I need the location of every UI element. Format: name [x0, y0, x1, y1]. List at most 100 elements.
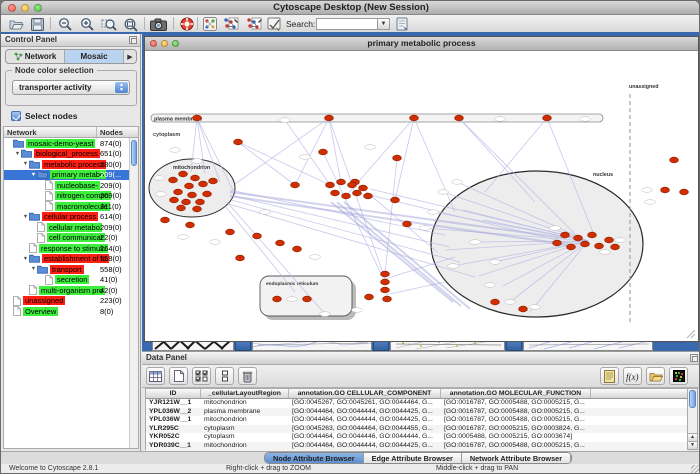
- graph-node[interactable]: [491, 299, 500, 305]
- graph-node[interactable]: [325, 115, 334, 121]
- graph-node[interactable]: [188, 192, 197, 198]
- graph-node[interactable]: [293, 246, 302, 252]
- graph-node[interactable]: [161, 217, 170, 223]
- graph-node[interactable]: [605, 237, 614, 243]
- help-lifering-icon[interactable]: [178, 16, 196, 32]
- layout-icon[interactable]: [201, 16, 219, 32]
- graph-node[interactable]: [169, 177, 178, 183]
- float-panel-icon[interactable]: [129, 36, 137, 44]
- graph-node[interactable]: [193, 206, 202, 212]
- disclosure-triangle-icon[interactable]: ▼: [22, 256, 29, 262]
- open-session-button[interactable]: [7, 16, 25, 32]
- col-header-cellular-component[interactable]: annotation.GO CELLULAR_COMPONENT: [289, 389, 441, 398]
- import-attributes-folder-icon[interactable]: [646, 367, 665, 385]
- tab-node-attribute-browser[interactable]: Node Attribute Browser: [265, 453, 364, 463]
- table-row[interactable]: YLR295Ccytoplasm[GO:0045263, GO:0044464,…: [146, 425, 688, 434]
- tab-network[interactable]: Network: [6, 50, 65, 63]
- graph-node[interactable]: [234, 139, 243, 145]
- window-titlebar[interactable]: Cytoscape Desktop (New Session): [1, 1, 700, 15]
- disclosure-triangle-icon[interactable]: ▼: [22, 214, 29, 220]
- tree-row[interactable]: macromolecule311(0): [4, 201, 138, 212]
- zoom-out-icon[interactable]: [56, 16, 74, 32]
- table-row[interactable]: YDR039C__1mitochondrion[GO:0044464, GO:0…: [146, 442, 688, 451]
- table-row[interactable]: YPL036W__2plasma membrane[GO:0044464, GO…: [146, 408, 688, 417]
- graph-node[interactable]: [203, 191, 212, 197]
- graph-node[interactable]: [337, 179, 346, 185]
- destroy-view-icon[interactable]: [245, 16, 263, 32]
- graph-node[interactable]: [326, 182, 335, 188]
- graph-node[interactable]: [561, 232, 570, 238]
- create-view-icon[interactable]: [222, 16, 240, 32]
- graph-node[interactable]: [611, 244, 620, 250]
- tab-mosaic[interactable]: Mosaic: [65, 50, 124, 63]
- graph-node[interactable]: [193, 115, 202, 121]
- tree-scrollbar[interactable]: [129, 138, 138, 449]
- table-row[interactable]: YKR052Ccytoplasm[GO:0044464, GO:0044446,…: [146, 433, 688, 442]
- delete-attribute-trash-icon[interactable]: [238, 367, 257, 385]
- disclosure-triangle-icon[interactable]: ▼: [14, 151, 21, 157]
- zoom-in-icon[interactable]: [78, 16, 96, 32]
- graph-node[interactable]: [581, 241, 590, 247]
- graph-node[interactable]: [410, 115, 419, 121]
- disclosure-triangle-icon[interactable]: ▼: [22, 161, 29, 167]
- unselect-attributes-icon[interactable]: [215, 367, 234, 385]
- search-dropdown-icon[interactable]: ▼: [378, 18, 390, 30]
- tree-row[interactable]: ▼biological_process651(0): [4, 149, 138, 160]
- tree-col-nodes[interactable]: Nodes: [97, 127, 138, 137]
- tree-row[interactable]: secretion41(0): [4, 275, 138, 286]
- tree-row[interactable]: nucleobase-209(0): [4, 180, 138, 191]
- col-header-region[interactable]: _cellularLayoutRegion: [201, 389, 289, 398]
- graph-node[interactable]: [403, 221, 412, 227]
- graph-node[interactable]: [276, 240, 285, 246]
- tree-row[interactable]: ▼establishment of lo558(0): [4, 254, 138, 265]
- graph-node[interactable]: [291, 182, 300, 188]
- graph-node[interactable]: [331, 190, 340, 196]
- tree-row[interactable]: ▼primary metabo209(...: [4, 170, 138, 181]
- graph-node[interactable]: [588, 232, 597, 238]
- graph-node[interactable]: [680, 189, 689, 195]
- graph-node[interactable]: [186, 222, 195, 228]
- attribute-table-icon[interactable]: [146, 367, 165, 385]
- graph-node[interactable]: [303, 296, 312, 302]
- graph-node[interactable]: [191, 175, 200, 181]
- graph-node[interactable]: [209, 178, 218, 184]
- float-panel-icon[interactable]: [690, 354, 698, 362]
- node-color-dropdown[interactable]: transporter activity ▲▼: [12, 80, 130, 95]
- graph-node[interactable]: [574, 235, 583, 241]
- table-row[interactable]: YJR121W__1mitochondrion[GO:0045267, GO:0…: [146, 399, 688, 408]
- graph-node[interactable]: [196, 199, 205, 205]
- tree-row[interactable]: cellular metabo209(0): [4, 222, 138, 233]
- graph-node[interactable]: [348, 182, 357, 188]
- graph-node[interactable]: [670, 157, 679, 163]
- select-nodes-checkbox[interactable]: [11, 111, 21, 121]
- graph-node[interactable]: [595, 243, 604, 249]
- disclosure-triangle-icon[interactable]: ▼: [30, 172, 37, 178]
- table-scrollbar[interactable]: ▲ ▼: [687, 388, 698, 450]
- scroll-down-icon[interactable]: ▼: [688, 441, 697, 449]
- scroll-up-icon[interactable]: ▲: [688, 433, 697, 441]
- graph-node[interactable]: [365, 294, 374, 300]
- graph-node[interactable]: [319, 149, 328, 155]
- heatmap-matrix-icon[interactable]: [669, 367, 688, 385]
- graph-node[interactable]: [455, 115, 464, 121]
- zoom-fit-icon[interactable]: [122, 16, 140, 32]
- graph-node[interactable]: [364, 193, 373, 199]
- formula-fx-icon[interactable]: f(x): [623, 367, 642, 385]
- graph-node[interactable]: [353, 190, 362, 196]
- resize-grip[interactable]: [687, 330, 695, 338]
- plasma-membrane-region[interactable]: [151, 114, 603, 122]
- new-attribute-icon[interactable]: [169, 367, 188, 385]
- graph-node[interactable]: [185, 183, 194, 189]
- network-canvas[interactable]: plasma membrane cytoplasm mitochondrion …: [145, 52, 698, 341]
- graph-node[interactable]: [661, 187, 670, 193]
- zoom-selected-icon[interactable]: [100, 16, 118, 32]
- network-view-titlebar[interactable]: primary metabolic process: [145, 37, 698, 51]
- disclosure-triangle-icon[interactable]: ▼: [30, 266, 37, 272]
- graph-node[interactable]: [253, 233, 262, 239]
- select-attributes-icon[interactable]: [192, 367, 211, 385]
- search-options-icon[interactable]: [393, 16, 411, 32]
- tab-edge-attribute-browser[interactable]: Edge Attribute Browser: [364, 453, 462, 463]
- graph-node[interactable]: [359, 185, 368, 191]
- tree-row[interactable]: cell communicat22(0): [4, 233, 138, 244]
- tree-row[interactable]: multi-organism pro42(0): [4, 285, 138, 296]
